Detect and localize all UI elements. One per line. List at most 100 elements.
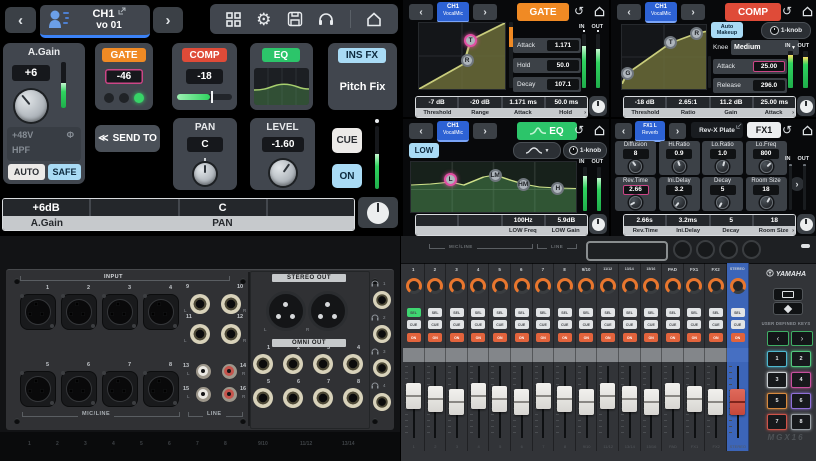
graph-handle-lm[interactable]: LM (489, 169, 502, 182)
param-value-cell[interactable] (459, 215, 500, 226)
param-value-cell[interactable]: 11.2 dB (711, 97, 752, 108)
headphones-icon[interactable] (318, 12, 334, 26)
one-knob-button[interactable]: 1-knob (761, 22, 811, 39)
more-params-arrow[interactable]: › (790, 177, 804, 191)
phase-icon[interactable]: Φ (67, 130, 74, 140)
gate-curve-graph[interactable]: TR (418, 22, 506, 90)
home-icon[interactable] (799, 122, 815, 138)
eq-title-button[interactable]: EQ (517, 122, 577, 140)
eq-curve-graph[interactable]: LLMHMH (410, 161, 577, 213)
graph-handle-hm[interactable]: HM (517, 178, 530, 191)
param-value-cell[interactable]: 5 (711, 215, 752, 226)
comp-threshold-value[interactable]: -18 (186, 69, 223, 84)
graph-handle-g[interactable]: G (621, 67, 634, 80)
prev-channel-button[interactable]: ‹ (617, 4, 641, 20)
fx-knob[interactable] (629, 196, 642, 209)
param-value-cell[interactable]: 18 (754, 215, 795, 226)
insert-fx-tile[interactable]: INS FX Pitch Fix (328, 43, 397, 110)
param-value-cell[interactable]: 50.0 ms (546, 97, 587, 108)
phantom-48v-label[interactable]: +48V (12, 130, 33, 140)
again-value[interactable]: +6 (12, 65, 50, 81)
prev-channel-button[interactable]: ‹ (409, 123, 433, 139)
channel-tab[interactable]: CH1VocalMic (437, 121, 469, 142)
auto-makeup-button[interactable]: AutoMakeup (711, 22, 743, 38)
fx-param-value[interactable]: 18 (753, 185, 779, 195)
grid-menu-icon[interactable] (226, 12, 241, 27)
param-value-cell[interactable]: 5.9dB (546, 215, 587, 226)
send-to-button[interactable]: ≪SEND TO (95, 125, 160, 152)
param-value-cell[interactable]: 1.171 ms (503, 97, 544, 108)
param-value-box[interactable]: 107.1 (547, 79, 579, 90)
next-channel-button[interactable]: › (681, 4, 705, 20)
touch-and-turn-knob-button[interactable] (589, 96, 607, 116)
gate-tile[interactable]: GATE -46 (95, 43, 153, 110)
gate-threshold-value[interactable]: -46 (105, 69, 143, 84)
param-value-cell[interactable] (416, 215, 457, 226)
edit-channel-icon[interactable] (118, 7, 126, 15)
param-value-cell[interactable] (91, 199, 177, 216)
fx-tab[interactable]: FX1 LReverb (635, 121, 665, 142)
graph-handle-l[interactable]: L (444, 173, 457, 186)
param-value-box[interactable]: 50.0 (547, 60, 579, 71)
level-value[interactable]: -1.60 (262, 137, 304, 152)
fx-knob[interactable] (716, 196, 729, 209)
fx-knob-cell-diffusion[interactable]: Diffusion8 (615, 141, 656, 175)
undo-icon[interactable]: ↺ (779, 122, 795, 138)
fx-knob-cell-decay[interactable]: Decay5 (702, 177, 743, 211)
fx-knob[interactable] (760, 160, 773, 173)
param-value-cell[interactable]: -7 dB (416, 97, 457, 108)
param-value-cell[interactable]: +6dB (3, 199, 89, 216)
home-icon[interactable] (591, 122, 607, 138)
more-chevron[interactable]: › (792, 110, 794, 116)
param-value-box[interactable]: 296.0 (753, 80, 785, 91)
gain-safe-button[interactable]: SAFE (48, 164, 81, 180)
home-icon[interactable] (799, 3, 815, 19)
next-channel-button[interactable]: › (153, 7, 183, 33)
undo-icon[interactable]: ↺ (571, 122, 587, 138)
level-tile[interactable]: LEVEL -1.60 (250, 118, 315, 190)
fx-param-value[interactable]: 1.0 (710, 149, 736, 159)
channel-tab[interactable]: CH1VocalMic (645, 2, 677, 23)
pan-tile[interactable]: PAN C (173, 118, 237, 190)
param-value-cell[interactable]: -18 dB (624, 97, 665, 108)
fx-type-button[interactable]: Rev-X Plate (691, 122, 743, 138)
param-value-cell[interactable] (268, 199, 354, 216)
home-icon[interactable] (366, 12, 382, 27)
save-icon[interactable] (287, 11, 303, 27)
prev-fx-button[interactable]: ‹ (615, 123, 632, 139)
graph-handle-r[interactable]: R (461, 54, 474, 67)
param-value-cell[interactable]: 3.2ms (667, 215, 708, 226)
hpf-label[interactable]: HPF (12, 145, 30, 155)
channel-select-tile[interactable]: CH1 vo 01 (40, 5, 150, 38)
comp-curve-graph[interactable]: GTR (621, 24, 707, 90)
filter-type-dropdown[interactable]: ▼ (513, 142, 561, 159)
touch-and-turn-knob-button[interactable] (797, 214, 815, 234)
fx-knob[interactable] (673, 160, 686, 173)
fx-knob[interactable] (629, 160, 642, 173)
next-channel-button[interactable]: › (473, 123, 497, 139)
touch-and-turn-knob-button[interactable] (358, 197, 398, 228)
param-value-cell[interactable]: C (180, 199, 266, 216)
undo-icon[interactable]: ↺ (779, 3, 795, 19)
comp-title-button[interactable]: COMP (725, 3, 781, 21)
param-row-attack[interactable]: Attack1.171 (513, 38, 581, 53)
fx1-title-button[interactable]: FX1 (747, 122, 781, 138)
one-knob-button[interactable]: 1-knob (563, 142, 607, 159)
gate-title-button[interactable]: GATE (517, 3, 569, 21)
prev-channel-button[interactable]: ‹ (409, 4, 433, 20)
level-knob[interactable] (270, 160, 296, 186)
touch-and-turn-knob-button[interactable] (589, 214, 607, 234)
low-band-button[interactable]: LOW (409, 143, 439, 158)
again-knob[interactable] (15, 90, 47, 122)
graph-handle-r[interactable]: R (690, 27, 703, 40)
fx-knob[interactable] (716, 160, 729, 173)
gear-icon[interactable]: ⚙ (256, 11, 271, 28)
fx-knob[interactable] (760, 196, 773, 209)
channel-tab[interactable]: CH1VocalMic (437, 2, 469, 23)
param-value-cell[interactable]: 100Hz (503, 215, 544, 226)
param-row-decay[interactable]: Decay107.1 (513, 77, 581, 92)
fx-param-value[interactable]: 0.9 (666, 149, 692, 159)
prev-channel-button[interactable]: ‹ (5, 7, 36, 33)
fx-knob-cell-lo-ratio[interactable]: Lo.Ratio1.0 (702, 141, 743, 175)
touch-and-turn-knob-button[interactable] (797, 96, 815, 116)
